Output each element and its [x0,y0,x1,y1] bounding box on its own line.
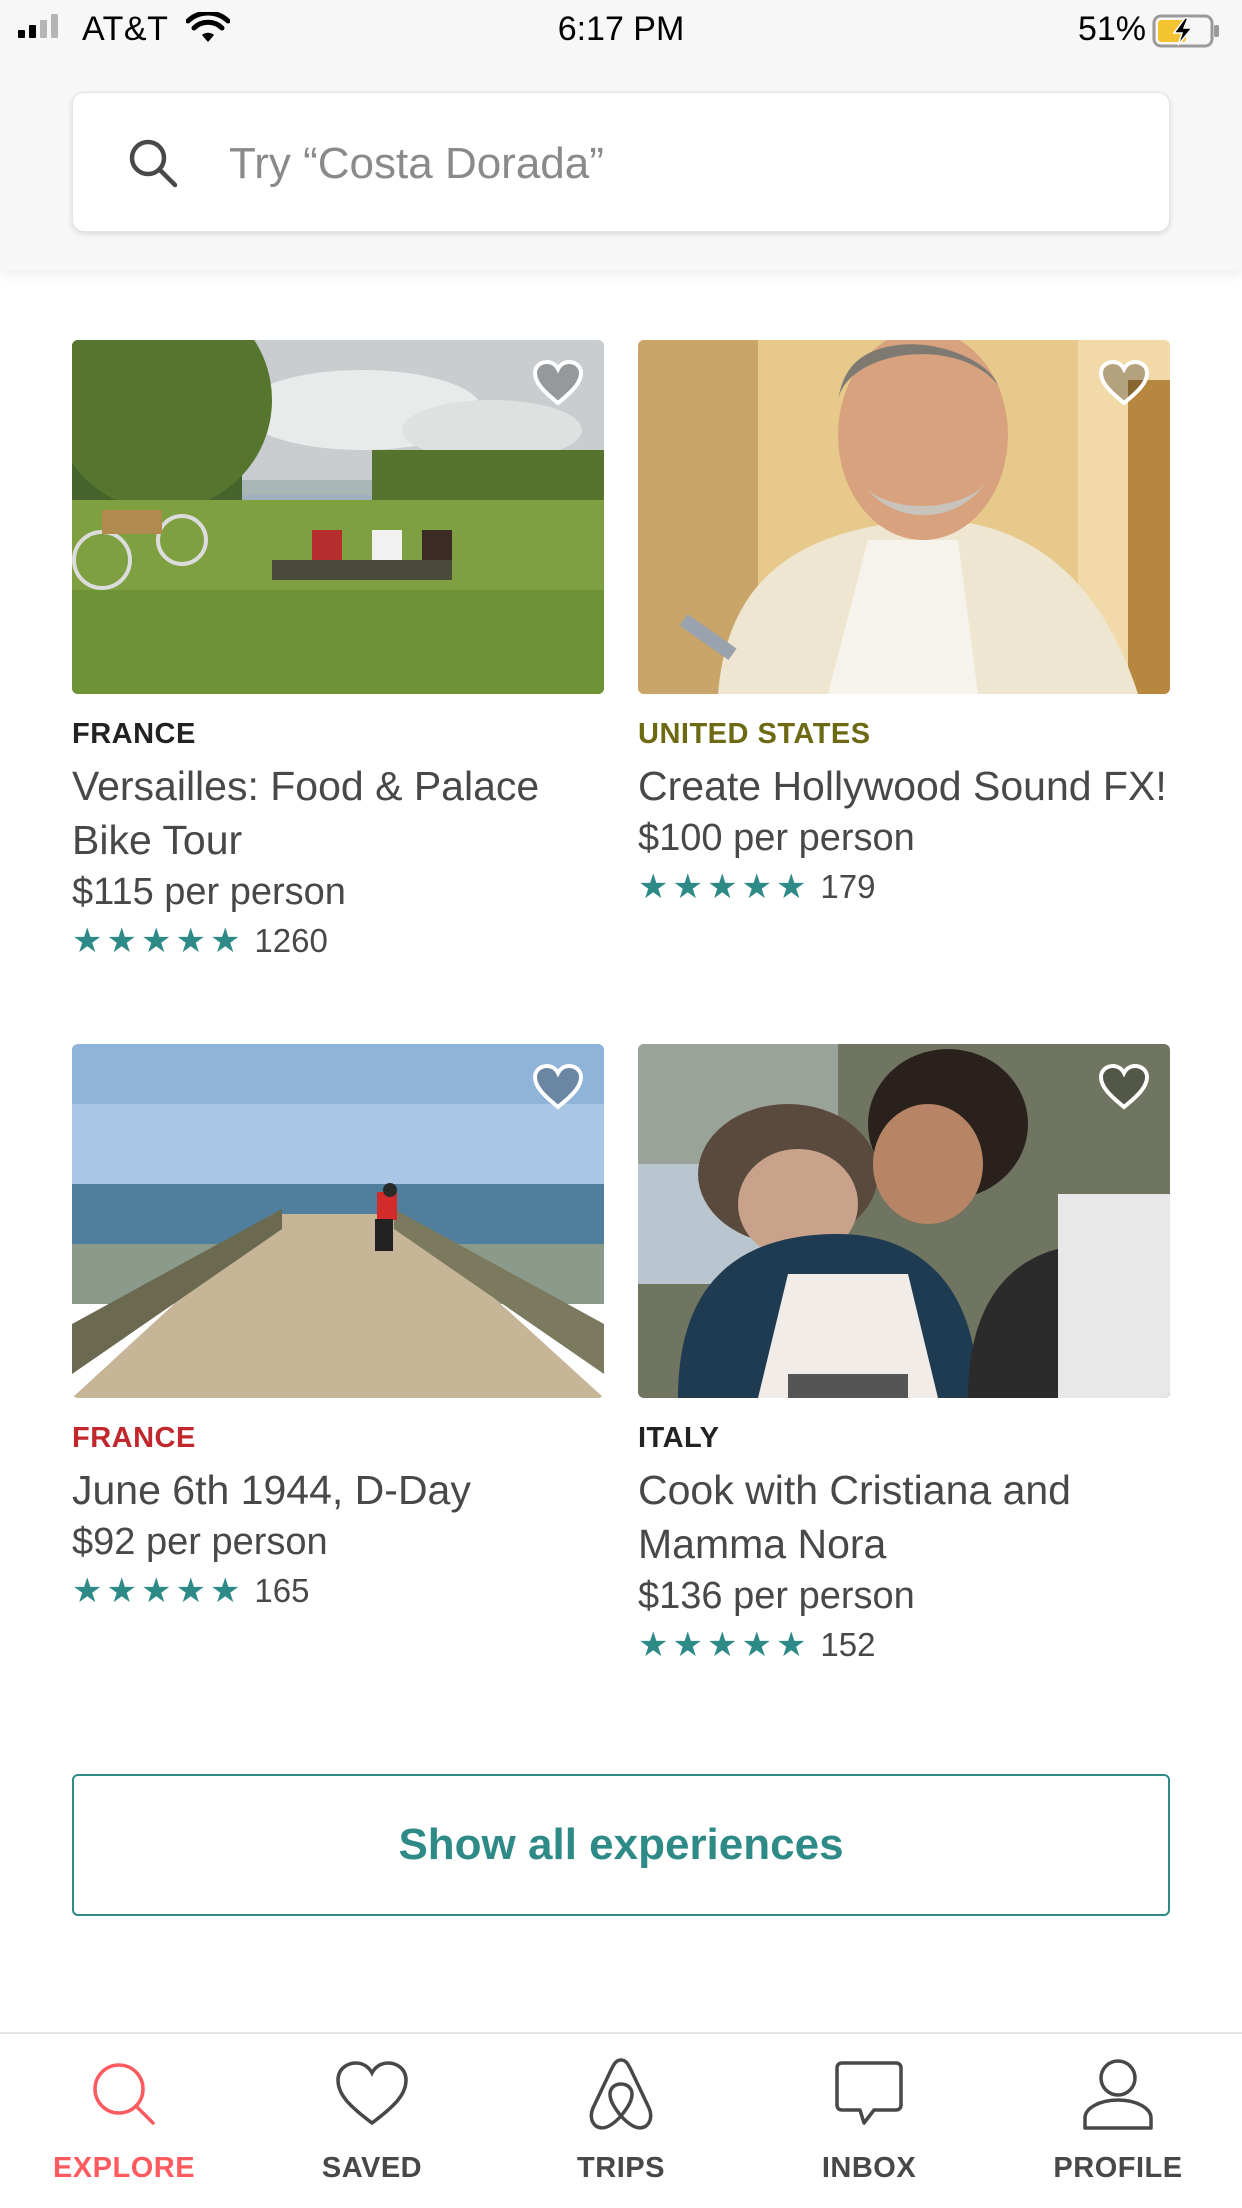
star-icon: ★ [672,1626,703,1664]
tab-explore[interactable]: EXPLORE [24,2054,224,2204]
pier-image [72,1044,604,1398]
clock: 6:17 PM [557,10,685,48]
tab-label: INBOX [821,2152,917,2184]
star-rating: ★ ★ ★ ★ ★ [638,1628,806,1662]
experience-country: UNITED STATES [638,718,871,750]
tab-label: TRIPS [577,2152,665,2184]
heart-icon[interactable] [1098,360,1150,406]
review-count: 152 [820,1626,876,1663]
star-icon: ★ [209,1572,241,1610]
heart-icon[interactable] [532,1064,584,1110]
star-icon: ★ [106,1572,137,1610]
star-icon: ★ [741,868,772,906]
experience-rating: ★ ★ ★ ★ ★ 152 [638,1626,1170,1664]
airbnb-logo-icon [581,2054,661,2134]
star-icon: ★ [775,868,807,906]
star-rating: ★ ★ ★ ★ ★ [638,870,806,904]
picnic-photo [72,340,604,694]
experience-country: FRANCE [72,718,196,750]
show-all-experiences-button[interactable]: Show all experiences [72,1774,1170,1916]
star-icon: ★ [72,922,103,960]
review-count: 165 [254,1572,310,1609]
cooking-photo [638,1044,1170,1398]
person-icon [1078,2054,1158,2134]
tab-label: SAVED [321,2152,423,2184]
star-icon: ★ [106,922,137,960]
star-icon: ★ [209,922,241,960]
experience-rating: ★ ★ ★ ★ ★ 179 [638,868,1170,906]
star-icon: ★ [140,922,172,960]
tab-saved[interactable]: SAVED [272,2054,472,2204]
experience-price: $136 per person [638,1575,915,1617]
star-icon: ★ [706,868,738,906]
heart-icon [332,2054,412,2134]
man-photo [638,340,1170,694]
star-icon: ★ [775,1626,807,1664]
tab-inbox[interactable]: INBOX [769,2054,969,2204]
experience-country: ITALY [638,1422,720,1454]
star-icon: ★ [706,1626,738,1664]
star-icon: ★ [140,1572,172,1610]
star-icon: ★ [638,868,669,906]
search-icon [84,2054,164,2134]
experience-country: FRANCE [72,1422,196,1454]
experience-title: June 6th 1944, D-Day [72,1467,471,1513]
experience-rating: ★ ★ ★ ★ ★ 165 [72,1572,604,1610]
tab-profile[interactable]: PROFILE [1018,2054,1218,2204]
man-image [638,340,1170,694]
heart-icon[interactable] [1098,1064,1150,1110]
experience-price: $100 per person [638,817,915,859]
experience-card[interactable]: FRANCE June 6th 1944, D-Day $92 per pers… [72,1044,604,1610]
experience-title: Versailles: Food & Palace Bike Tour [72,763,540,863]
search-placeholder: Try “Costa Dorada” [229,139,604,188]
experience-price: $115 per person [72,871,346,913]
show-all-label: Show all experiences [398,1820,844,1869]
star-icon: ★ [672,868,703,906]
search-header: Try “Costa Dorada” [0,60,1242,270]
picnic-image [72,340,604,694]
tab-trips[interactable]: TRIPS [521,2054,721,2204]
bottom-tab-bar: EXPLORE SAVED TRIPS INBOX PROFILE [0,2032,1242,2208]
experience-card[interactable]: UNITED STATES Create Hollywood Sound FX!… [638,340,1170,906]
tab-label: PROFILE [1053,2152,1183,2184]
cooking-image [638,1044,1170,1398]
star-rating: ★ ★ ★ ★ ★ [72,924,240,958]
tab-label: EXPLORE [52,2152,196,2184]
heart-icon[interactable] [532,360,584,406]
battery-percentage: 51% [1077,10,1146,48]
status-bar: AT&T 6:17 PM 51% [0,0,1242,60]
star-icon: ★ [175,922,206,960]
star-icon: ★ [72,1572,103,1610]
search-input[interactable]: Try “Costa Dorada” [72,92,1170,232]
experience-price: $92 per person [72,1521,328,1563]
chat-bubble-icon [829,2054,909,2134]
battery-charging-icon [1152,14,1219,48]
review-count: 179 [820,868,876,905]
experience-title: Cook with Cristiana and Mamma Nora [638,1467,1071,1567]
pier-photo [72,1044,604,1398]
review-count: 1260 [254,922,328,959]
experience-card[interactable]: ITALY Cook with Cristiana and Mamma Nora… [638,1044,1170,1664]
star-icon: ★ [175,1572,206,1610]
search-icon [129,139,178,188]
star-icon: ★ [638,1626,669,1664]
experience-card[interactable]: FRANCE Versailles: Food & Palace Bike To… [72,340,604,960]
experience-rating: ★ ★ ★ ★ ★ 1260 [72,922,604,960]
experience-title: Create Hollywood Sound FX! [638,763,1167,809]
star-rating: ★ ★ ★ ★ ★ [72,1574,240,1608]
star-icon: ★ [741,1626,772,1664]
